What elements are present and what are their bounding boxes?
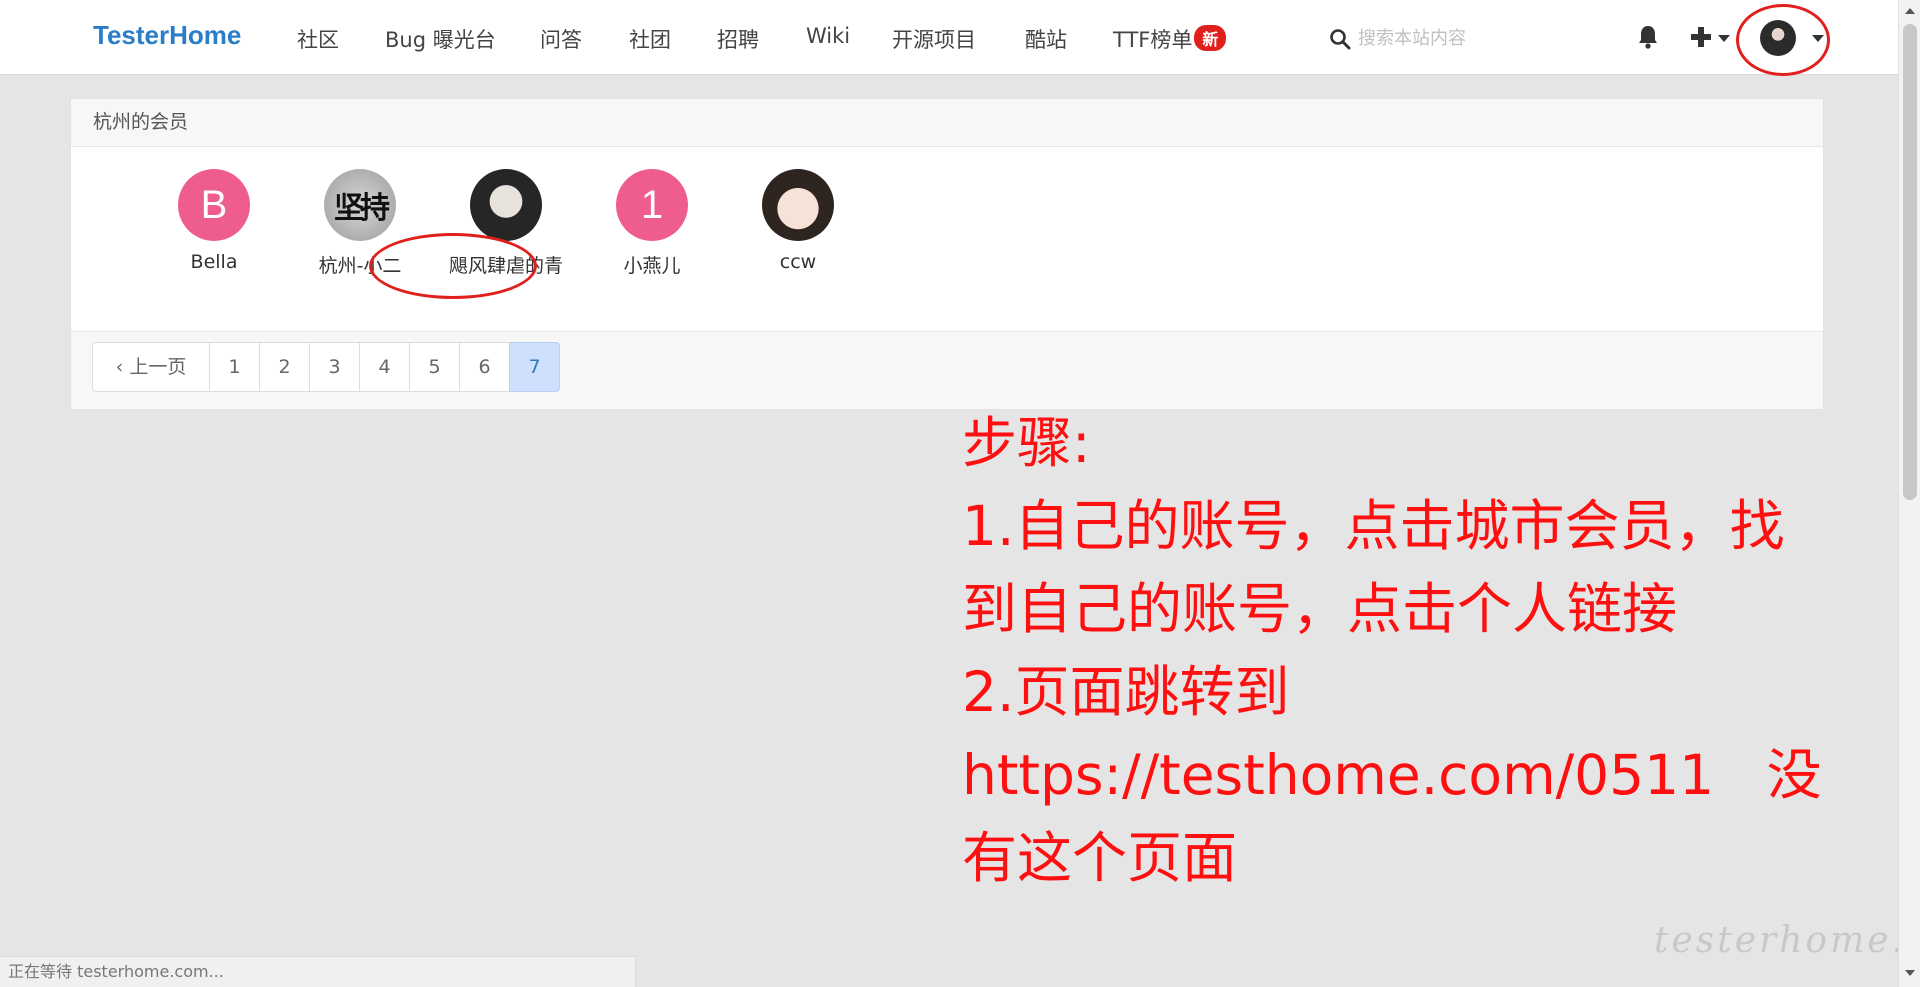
members-panel: 杭州的会员 B Bella 坚持 杭州-小二 飓风肆虐的青 1 小燕儿 ccw … [70,98,1824,409]
member-avatar [762,169,834,241]
member-name[interactable]: ccw [725,251,871,273]
page-link[interactable]: 6 [459,342,510,392]
annotation-line: 到自己的账号，点击个人链接 [962,577,1678,641]
page-link[interactable]: 5 [409,342,460,392]
scroll-up-icon[interactable] [1905,8,1915,14]
member-card[interactable]: ccw [725,169,871,273]
nav-item-wiki[interactable]: Wiki [806,24,850,48]
scroll-down-icon[interactable] [1905,970,1915,976]
nav-item-ttf-label: TTF榜单 [1113,28,1193,52]
member-name[interactable]: 小燕儿 [579,251,725,278]
search-icon[interactable] [1328,27,1352,51]
nav-item-opensource[interactable]: 开源项目 [892,24,976,54]
new-badge: 新 [1194,25,1227,51]
member-name[interactable]: 杭州-小二 [287,251,433,278]
page-link[interactable]: 3 [309,342,360,392]
page-link-active[interactable]: 7 [509,342,560,392]
page-link[interactable]: 4 [359,342,410,392]
create-menu-button[interactable] [1690,23,1734,51]
user-avatar [1760,20,1796,56]
scroll-thumb[interactable] [1903,24,1917,500]
member-avatar [470,169,542,241]
vertical-scrollbar[interactable] [1898,0,1920,987]
annotation-line: https://testhome.com/0511 没 [962,743,1822,807]
page-link[interactable]: 2 [259,342,310,392]
chevron-down-icon [1718,35,1730,42]
user-menu-button[interactable] [1760,18,1826,58]
annotation-line: 步骤: [962,411,1091,475]
status-bar: 正在等待 testerhome.com... [0,956,636,987]
member-name[interactable]: Bella [141,251,287,273]
search-input[interactable] [1358,22,1568,54]
watermark: testerhome.com [1654,920,1920,961]
panel-footer: ‹ 上一页 1 2 3 4 5 6 7 [71,331,1823,409]
chevron-left-icon: ‹ [115,356,130,378]
member-card[interactable]: 坚持 杭州-小二 [287,169,433,278]
annotation-text: 步骤: 1.自己的账号，点击城市会员，找 到自己的账号，点击个人链接 2.页面跳… [962,402,1912,900]
annotation-line: 2.页面跳转到 [962,660,1290,724]
member-avatar: B [178,169,250,241]
annotation-line: 1.自己的账号，点击城市会员，找 [962,494,1785,558]
nav-item-ttf-ranking[interactable]: TTF榜单新 [1113,24,1227,54]
member-avatar: 坚持 [324,169,396,241]
nav-item-bug-board[interactable]: Bug 曝光台 [385,24,496,54]
member-card[interactable]: B Bella [141,169,287,273]
bell-icon[interactable] [1636,24,1660,50]
member-card[interactable]: 1 小燕儿 [579,169,725,278]
nav-item-cool-sites[interactable]: 酷站 [1025,24,1067,54]
nav-item-groups[interactable]: 社团 [629,24,671,54]
top-navbar: TesterHome 社区 Bug 曝光台 问答 社团 招聘 Wiki 开源项目… [0,0,1898,76]
chevron-down-icon [1812,35,1824,42]
page-link[interactable]: 1 [209,342,260,392]
member-card[interactable]: 飓风肆虐的青 [433,169,579,278]
brand-logo[interactable]: TesterHome [93,20,241,51]
annotation-line: 有这个页面 [962,826,1238,890]
prev-page-label: 上一页 [129,356,187,378]
pagination: ‹ 上一页 1 2 3 4 5 6 7 [92,342,560,392]
nav-item-qa[interactable]: 问答 [540,24,582,54]
member-avatar: 1 [616,169,688,241]
nav-item-community[interactable]: 社区 [297,24,339,54]
plus-icon [1691,27,1711,47]
member-name[interactable]: 飓风肆虐的青 [433,251,579,278]
panel-title: 杭州的会员 [71,99,1823,147]
prev-page-button[interactable]: ‹ 上一页 [92,342,210,392]
nav-item-jobs[interactable]: 招聘 [717,24,759,54]
